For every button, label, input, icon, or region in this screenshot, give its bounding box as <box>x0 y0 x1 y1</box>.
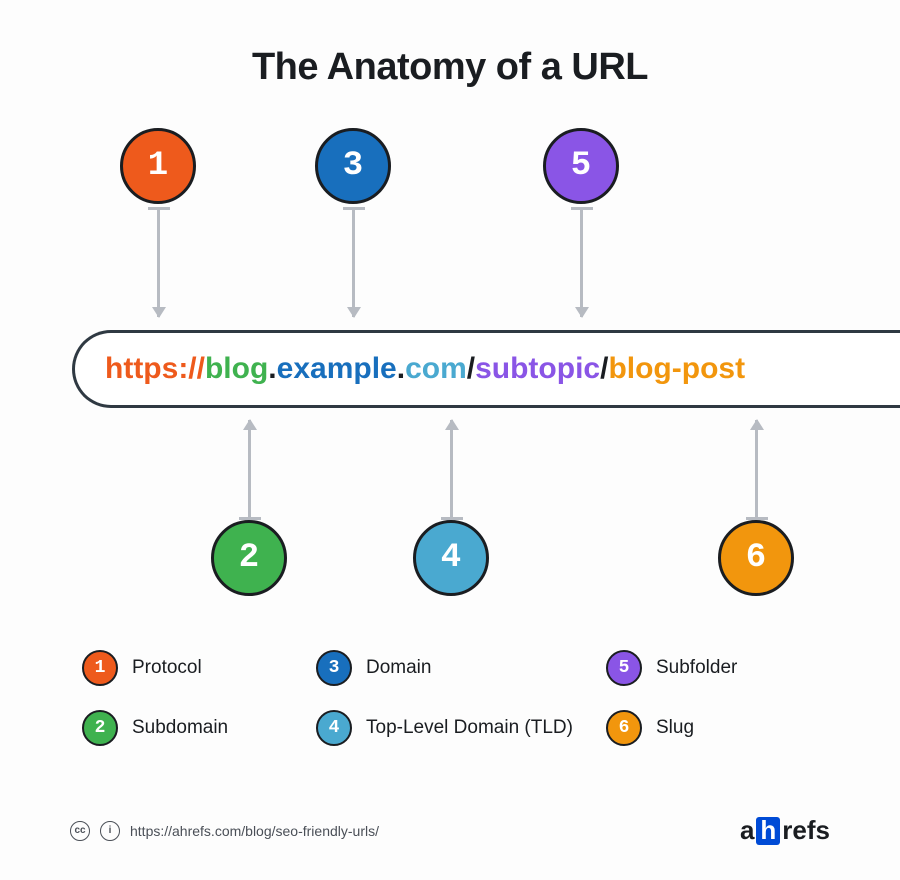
legend-badge-5: 5 <box>606 650 642 686</box>
brand-a: a <box>740 815 754 846</box>
connector-2 <box>248 420 251 520</box>
legend-item-5: 5 Subfolder <box>606 650 830 686</box>
legend-item-4: 4 Top-Level Domain (TLD) <box>316 710 596 746</box>
marker-3: 3 <box>315 128 391 204</box>
url-domain: example <box>277 352 397 386</box>
legend-item-2: 2 Subdomain <box>82 710 306 746</box>
url-dot1: . <box>268 352 276 386</box>
url-slash2: / <box>600 352 608 386</box>
brand-rest: refs <box>782 815 830 846</box>
connector-4 <box>450 420 453 520</box>
legend: 1 Protocol 3 Domain 5 Subfolder 2 Subdom… <box>82 650 830 746</box>
cc-by-icon: i <box>100 821 120 841</box>
url-protocol: https:// <box>105 352 205 386</box>
connector-6 <box>755 420 758 520</box>
brand-h: h <box>756 817 780 845</box>
url-subdomain: blog <box>205 352 268 386</box>
cc-icon: cc <box>70 821 90 841</box>
connector-5 <box>580 207 583 317</box>
legend-badge-6: 6 <box>606 710 642 746</box>
source-url: https://ahrefs.com/blog/seo-friendly-url… <box>130 823 379 839</box>
marker-1: 1 <box>120 128 196 204</box>
legend-item-3: 3 Domain <box>316 650 596 686</box>
legend-label-2: Subdomain <box>132 717 228 739</box>
url-tld: com <box>405 352 467 386</box>
footer: cc i https://ahrefs.com/blog/seo-friendl… <box>70 815 830 846</box>
connector-3 <box>352 207 355 317</box>
url-slug: blog-post <box>608 352 745 386</box>
marker-5: 5 <box>543 128 619 204</box>
legend-item-1: 1 Protocol <box>82 650 306 686</box>
legend-label-4: Top-Level Domain (TLD) <box>366 717 573 739</box>
connector-1 <box>157 207 160 317</box>
legend-label-6: Slug <box>656 717 694 739</box>
legend-badge-2: 2 <box>82 710 118 746</box>
url-slash1: / <box>467 352 475 386</box>
marker-2: 2 <box>211 520 287 596</box>
url-dot2: . <box>397 352 405 386</box>
marker-6: 6 <box>718 520 794 596</box>
diagram-title: The Anatomy of a URL <box>0 46 900 89</box>
legend-badge-1: 1 <box>82 650 118 686</box>
legend-label-1: Protocol <box>132 657 202 679</box>
brand-logo: ahrefs <box>740 815 830 846</box>
url-subfolder: subtopic <box>475 352 600 386</box>
legend-label-3: Domain <box>366 657 431 679</box>
url-bar: https:// blog . example . com / subtopic… <box>72 330 900 408</box>
legend-label-5: Subfolder <box>656 657 737 679</box>
footer-left: cc i https://ahrefs.com/blog/seo-friendl… <box>70 821 379 841</box>
marker-4: 4 <box>413 520 489 596</box>
legend-badge-4: 4 <box>316 710 352 746</box>
legend-badge-3: 3 <box>316 650 352 686</box>
legend-item-6: 6 Slug <box>606 710 830 746</box>
